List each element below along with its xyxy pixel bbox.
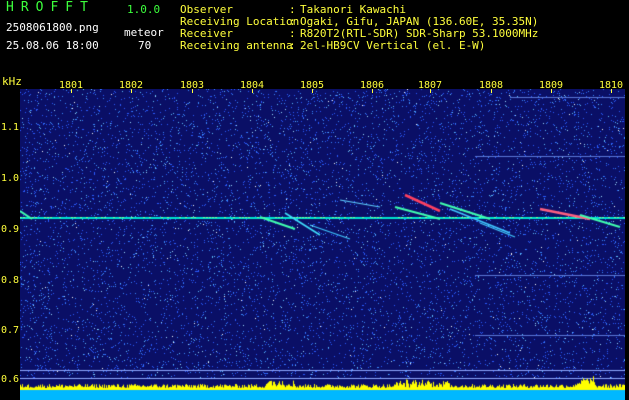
info-colon: :	[289, 39, 296, 52]
x-tick-mark	[611, 89, 612, 93]
x-tick-mark	[71, 89, 72, 93]
y-tick-label: 0.8	[1, 275, 20, 286]
spectrogram-canvas	[20, 89, 625, 400]
spectrogram-plot	[20, 89, 625, 400]
antenna-label: Receiving antenna	[180, 39, 293, 52]
x-tick-mark	[430, 89, 431, 93]
hrofft-window: HROFFT 1.0.0 2508061800.png 25.08.06 18:…	[0, 0, 629, 400]
file-name: 2508061800.png	[6, 21, 99, 34]
app-title: HROFFT	[6, 0, 95, 15]
record-datetime: 25.08.06 18:00	[6, 39, 99, 52]
app-version: 1.0.0	[127, 3, 161, 16]
y-tick-label: 0.9	[1, 224, 20, 235]
x-tick-mark	[192, 89, 193, 93]
y-tick-label: 0.6	[1, 374, 20, 385]
mode-label: meteor	[124, 26, 164, 39]
x-tick-mark	[372, 89, 373, 93]
x-tick-mark	[312, 89, 313, 93]
x-tick-mark	[491, 89, 492, 93]
meteor-count: 70	[138, 39, 152, 52]
y-tick-label: 0.7	[1, 325, 20, 336]
y-axis-unit: kHz	[2, 75, 22, 88]
x-tick-mark	[551, 89, 552, 93]
antenna-value: 2el-HB9CV Vertical (el. E-W)	[300, 39, 486, 52]
y-tick-label: 1.0	[1, 173, 20, 184]
x-tick-mark	[131, 89, 132, 93]
x-tick-mark	[252, 89, 253, 93]
y-tick-label: 1.1	[1, 122, 20, 133]
